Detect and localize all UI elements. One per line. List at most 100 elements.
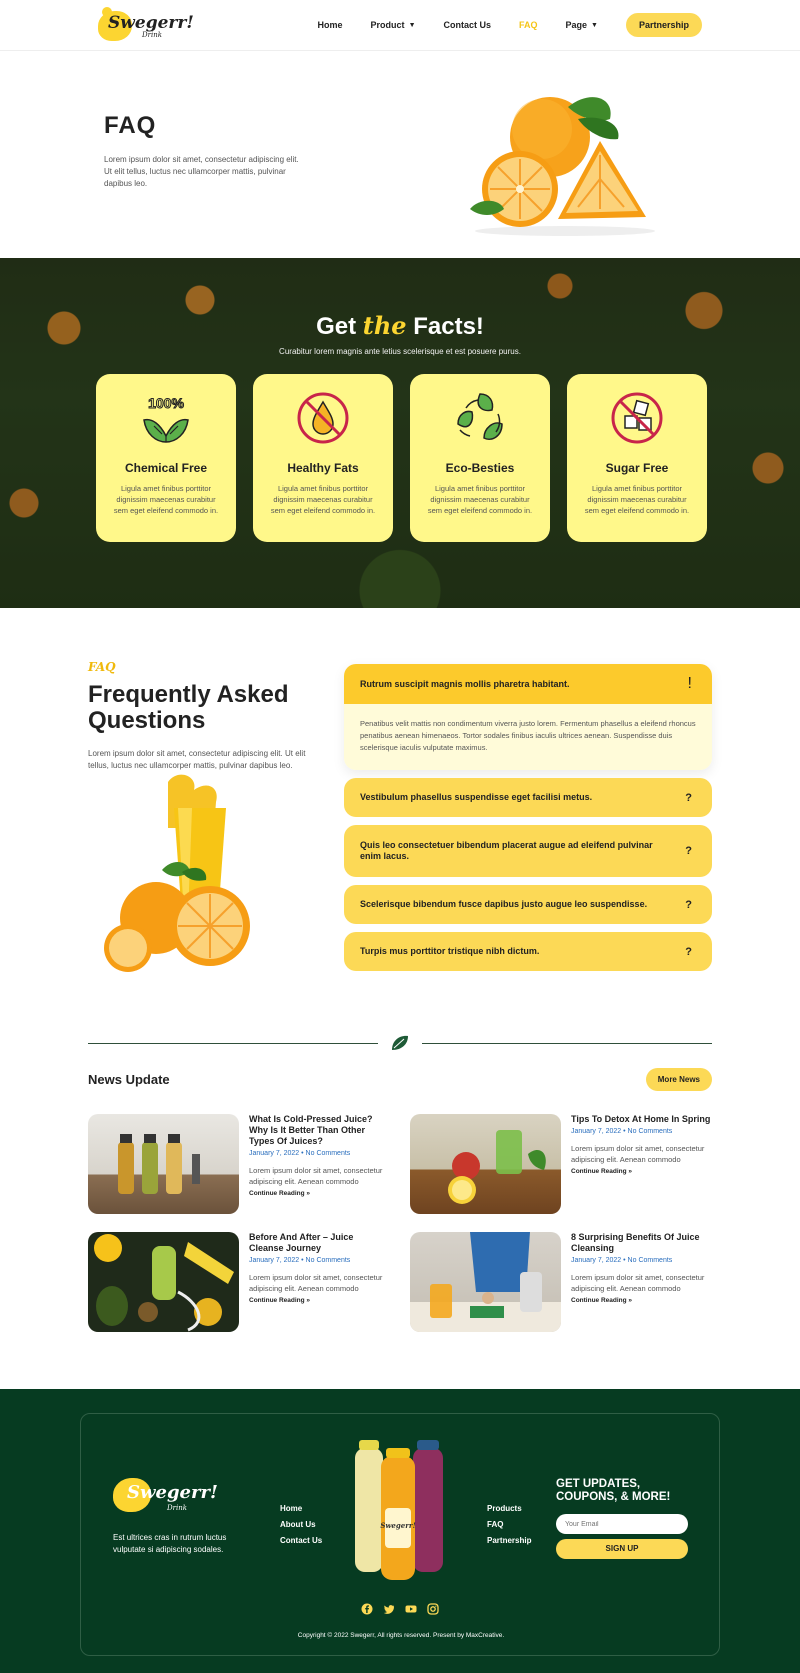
post-date[interactable]: January 7, 2022: [571, 1257, 621, 1264]
post-title[interactable]: 8 Surprising Benefits Of Juice Cleansing: [571, 1232, 712, 1254]
logo[interactable]: Swegerr! Drink: [96, 5, 194, 45]
post-comments[interactable]: No Comments: [628, 1128, 673, 1135]
post-body: Before And After – Juice Cleanse Journey…: [249, 1232, 390, 1332]
faq-intro: FAQ Frequently Asked Questions Lorem ips…: [88, 660, 308, 772]
faq-title: Frequently Asked Questions: [88, 681, 289, 734]
post-thumbnail[interactable]: [88, 1232, 239, 1332]
footer-logo[interactable]: Swegerr! Drink: [113, 1472, 218, 1516]
faq-question: Scelerisque bibendum fusce dapibus justo…: [360, 899, 648, 909]
footer-link-faq[interactable]: FAQ: [487, 1517, 531, 1533]
divider-line: [422, 1043, 712, 1044]
footer-logo-sub: Drink: [167, 1504, 187, 1512]
footer-box: Swegerr! Drink Est ultrices cras in rutr…: [80, 1413, 720, 1656]
expand-icon[interactable]: ?: [685, 845, 692, 857]
continue-reading-link[interactable]: Continue Reading »: [571, 1297, 712, 1304]
nav-product[interactable]: Product ▼: [371, 20, 416, 30]
news-post: 8 Surprising Benefits Of Juice Cleansing…: [410, 1232, 712, 1332]
post-meta: January 7, 2022 • No Comments: [249, 1257, 351, 1264]
news-post: Before And After – Juice Cleanse Journey…: [88, 1232, 390, 1332]
footer-link-partnership[interactable]: Partnership: [487, 1533, 531, 1549]
newsletter: GET UPDATES, COUPONS, & MORE! SIGN UP: [556, 1478, 696, 1559]
footer-link-products[interactable]: Products: [487, 1501, 531, 1517]
nav-contact-label: Contact Us: [443, 20, 492, 30]
youtube-icon[interactable]: [405, 1603, 417, 1615]
continue-reading-link[interactable]: Continue Reading »: [249, 1190, 390, 1197]
post-title[interactable]: Tips To Detox At Home In Spring: [571, 1114, 712, 1125]
nav-faq-label: FAQ: [519, 20, 538, 30]
leaf-icon: [392, 1035, 408, 1050]
post-date[interactable]: January 7, 2022: [249, 1150, 299, 1157]
juice-bottles-image: Swegerr!: [355, 1440, 443, 1580]
faq-item[interactable]: Turpis mus porttitor tristique nibh dict…: [344, 932, 712, 971]
nav-page[interactable]: Page ▼: [566, 20, 598, 30]
100-percent-natural-icon: 100%: [143, 395, 189, 443]
post-thumbnail[interactable]: [88, 1114, 239, 1214]
svg-text:Swegerr!: Swegerr!: [380, 1521, 415, 1530]
copyright: Copyright © 2022 Swegerr, All rights res…: [297, 1632, 505, 1639]
recycle-leaf-icon: [457, 393, 503, 440]
faq-item[interactable]: Scelerisque bibendum fusce dapibus justo…: [344, 885, 712, 924]
footer-link-about[interactable]: About Us: [280, 1517, 322, 1533]
nav-home-label: Home: [317, 20, 343, 30]
post-excerpt: Lorem ipsum dolor sit amet, consectetur …: [249, 1166, 383, 1186]
fact-card: Healthy Fats Ligula amet finibus porttit…: [253, 374, 393, 542]
post-comments[interactable]: No Comments: [306, 1257, 351, 1264]
post-body: 8 Surprising Benefits Of Juice Cleansing…: [571, 1232, 712, 1332]
faq-item[interactable]: Quis leo consectetuer bibendum placerat …: [344, 825, 712, 877]
continue-reading-link[interactable]: Continue Reading »: [249, 1297, 390, 1304]
news-grid: What Is Cold-Pressed Juice? Why Is It Be…: [88, 1114, 712, 1332]
faq-answer: Penatibus velit mattis non condimentum v…: [344, 704, 712, 770]
post-title[interactable]: Before And After – Juice Cleanse Journey: [249, 1232, 390, 1254]
partnership-button[interactable]: Partnership: [625, 13, 702, 37]
nav-home[interactable]: Home: [318, 20, 343, 30]
post-body: What Is Cold-Pressed Juice? Why Is It Be…: [249, 1114, 390, 1214]
logo-sub: Drink: [142, 31, 162, 39]
expand-icon[interactable]: ?: [685, 792, 692, 804]
main-menu: Home Product ▼ Contact Us FAQ Page ▼ Partn…: [290, 13, 702, 37]
news-post: What Is Cold-Pressed Juice? Why Is It Be…: [88, 1114, 390, 1214]
post-comments[interactable]: No Comments: [306, 1150, 351, 1157]
expand-icon[interactable]: ?: [685, 946, 692, 958]
footer-link-contact[interactable]: Contact Us: [280, 1533, 322, 1549]
footer-link-home[interactable]: Home: [280, 1501, 322, 1517]
collapse-icon[interactable]: !: [688, 675, 692, 693]
twitter-icon[interactable]: [383, 1603, 395, 1615]
post-thumbnail[interactable]: [410, 1114, 561, 1214]
person-juicing-image: [410, 1232, 561, 1332]
signup-button[interactable]: SIGN UP: [556, 1539, 688, 1559]
continue-reading-link[interactable]: Continue Reading »: [571, 1168, 712, 1175]
faq-item-open[interactable]: Rutrum suscipit magnis mollis pharetra h…: [344, 664, 712, 770]
news-title: News Update: [88, 1072, 170, 1087]
nav-faq[interactable]: FAQ: [519, 20, 538, 30]
fruits-image: [94, 1234, 234, 1332]
email-field[interactable]: [556, 1514, 688, 1534]
svg-text:100%: 100%: [148, 395, 184, 411]
post-excerpt: Lorem ipsum dolor sit amet, consectetur …: [571, 1273, 705, 1293]
nav-page-label: Page: [565, 20, 588, 30]
post-title[interactable]: What Is Cold-Pressed Juice? Why Is It Be…: [249, 1114, 390, 1147]
post-comments[interactable]: No Comments: [628, 1257, 673, 1264]
post-date[interactable]: January 7, 2022: [249, 1257, 299, 1264]
more-news-button[interactable]: More News: [645, 1068, 712, 1091]
facebook-icon[interactable]: [361, 1603, 373, 1615]
instagram-icon[interactable]: [427, 1603, 439, 1615]
faq-item[interactable]: Vestibulum phasellus suspendisse eget fa…: [344, 778, 712, 817]
no-fat-icon: [297, 392, 349, 444]
expand-icon[interactable]: ?: [685, 899, 692, 911]
juice-bottles-image: [118, 1134, 200, 1194]
post-thumbnail[interactable]: [410, 1232, 561, 1332]
facts-section: Get the Facts! Curabitur lorem magnis an…: [0, 258, 800, 608]
fact-card-title: Healthy Fats: [287, 461, 359, 475]
nav-product-label: Product: [370, 20, 405, 30]
hero-text: FAQ Lorem ipsum dolor sit amet, consecte…: [104, 112, 304, 190]
divider-line: [88, 1043, 378, 1044]
fact-card-title: Chemical Free: [124, 461, 208, 475]
nav-contact[interactable]: Contact Us: [444, 20, 492, 30]
facts-title-post: Facts!: [413, 313, 484, 340]
news-post: Tips To Detox At Home In Spring January …: [410, 1114, 712, 1214]
faq-item-header[interactable]: Rutrum suscipit magnis mollis pharetra h…: [344, 664, 712, 704]
post-meta: January 7, 2022 • No Comments: [571, 1257, 673, 1264]
post-body: Tips To Detox At Home In Spring January …: [571, 1114, 712, 1214]
fact-cards: 100% Chemical Free Ligula amet finibus p…: [96, 374, 707, 542]
post-date[interactable]: January 7, 2022: [571, 1128, 621, 1135]
